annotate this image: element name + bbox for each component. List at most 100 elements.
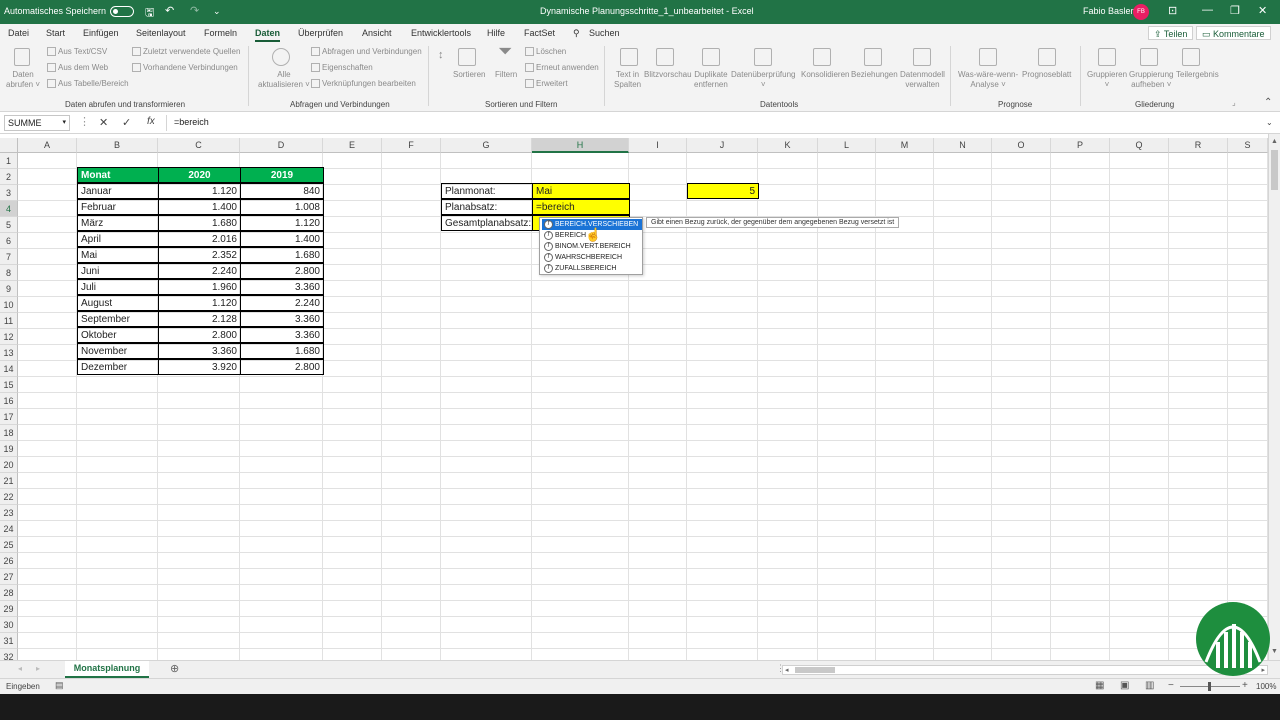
hscroll-thumb[interactable] (795, 667, 835, 673)
tab-entwicklertools[interactable]: Entwicklertools (411, 28, 471, 38)
table-cell-value[interactable]: 2.128 (158, 311, 241, 327)
vertical-scrollbar[interactable]: ▲ ▼ (1268, 134, 1280, 660)
column-header-s[interactable]: S (1228, 138, 1268, 153)
page-break-view-icon[interactable]: ▥ (1145, 680, 1154, 691)
name-box[interactable]: SUMME ▾ (4, 115, 70, 131)
row-header-23[interactable]: 23 (0, 505, 18, 521)
spreadsheet-grid[interactable]: ABCDEFGHIJKLMNOPQRS 1 2 3 4 5 6 7 8 9 10 11 12 13 14 1… (0, 134, 1268, 660)
cancel-icon[interactable]: ✕ (99, 116, 108, 129)
search-icon[interactable]: ⚲ (573, 28, 580, 39)
planmonat-value[interactable]: Mai (532, 183, 630, 199)
enter-icon[interactable]: ✓ (122, 116, 131, 129)
table-cell-month[interactable]: März (77, 215, 159, 231)
autosave-toggle[interactable] (110, 6, 134, 17)
row-header-17[interactable]: 17 (0, 409, 18, 425)
ribbon-display-icon[interactable]: ⊡ (1168, 4, 1177, 17)
column-header-p[interactable]: P (1051, 138, 1110, 153)
gruppieren-button[interactable]: Gruppieren ˅ (1087, 70, 1127, 90)
comments-button[interactable]: ▭ Kommentare (1196, 26, 1271, 40)
j3-value[interactable]: 5 (687, 183, 759, 199)
row-header-3[interactable]: 3 (0, 185, 18, 201)
collapse-ribbon-icon[interactable]: ⌃ (1264, 98, 1272, 108)
table-cell-value[interactable]: 1.960 (158, 279, 241, 295)
row-header-5[interactable]: 5 (0, 217, 18, 233)
scroll-left-icon[interactable]: ◂ (785, 666, 789, 674)
macro-record-icon[interactable]: ▤ (55, 680, 64, 691)
table-cell-value[interactable]: 1.008 (240, 199, 324, 215)
add-sheet-icon[interactable]: ⊕ (170, 662, 179, 675)
table-header-2019[interactable]: 2019 (240, 167, 324, 183)
row-header-30[interactable]: 30 (0, 617, 18, 633)
table-cell-value[interactable]: 3.360 (240, 327, 324, 343)
row-header-24[interactable]: 24 (0, 521, 18, 537)
vorhandene-button[interactable]: Vorhandene Verbindungen (143, 63, 238, 73)
row-header-20[interactable]: 20 (0, 457, 18, 473)
column-header-i[interactable]: I (629, 138, 687, 153)
dialog-launcher-icon[interactable]: ⌟ (1232, 98, 1236, 108)
row-header-32[interactable]: 32 (0, 649, 18, 660)
table-cell-value[interactable]: 1.120 (158, 183, 241, 199)
table-cell-month[interactable]: Oktober (77, 327, 159, 343)
tab-seitenlayout[interactable]: Seitenlayout (136, 28, 186, 38)
column-header-j[interactable]: J (687, 138, 758, 153)
table-cell-value[interactable]: 1.680 (240, 247, 324, 263)
prev-sheet-icon[interactable]: ◂ (18, 664, 22, 673)
next-sheet-icon[interactable]: ▸ (36, 664, 40, 673)
row-header-15[interactable]: 15 (0, 377, 18, 393)
row-header-9[interactable]: 9 (0, 281, 18, 297)
zoom-level[interactable]: 100% (1256, 682, 1276, 691)
redo-icon[interactable]: ↷ (190, 4, 199, 17)
was-waere-wenn-button[interactable]: Was-wäre-wenn- Analyse ˅ (958, 70, 1018, 90)
column-header-m[interactable]: M (876, 138, 934, 153)
table-cell-value[interactable]: 2.240 (240, 295, 324, 311)
daten-abrufen-button[interactable]: Daten abrufen ˅ (6, 70, 40, 90)
erneut-button[interactable]: Erneut anwenden (536, 63, 599, 73)
verknuepfungen-button[interactable]: Verknüpfungen bearbeiten (322, 79, 416, 89)
column-header-q[interactable]: Q (1110, 138, 1169, 153)
column-header-h[interactable]: H (532, 138, 629, 153)
table-header-monat[interactable]: Monat (77, 167, 159, 183)
table-cell-value[interactable]: 2.016 (158, 231, 241, 247)
formula-input[interactable]: =bereich (174, 117, 209, 127)
normal-view-icon[interactable]: ▦ (1095, 680, 1104, 691)
row-header-8[interactable]: 8 (0, 265, 18, 281)
table-cell-value[interactable]: 1.400 (240, 231, 324, 247)
table-header-2020[interactable]: 2020 (158, 167, 241, 183)
blitzvorschau-button[interactable]: Blitzvorschau (644, 70, 692, 80)
datenueberpruefung-button[interactable]: Datenüberprüfung ˅ (731, 70, 796, 90)
customize-toolbar-icon[interactable]: ⌄ (213, 6, 221, 17)
close-icon[interactable]: ✕ (1258, 4, 1267, 17)
row-header-13[interactable]: 13 (0, 345, 18, 361)
zoom-out-icon[interactable]: − (1168, 680, 1174, 691)
row-header-1[interactable]: 1 (0, 153, 18, 169)
row-header-18[interactable]: 18 (0, 425, 18, 441)
row-header-12[interactable]: 12 (0, 329, 18, 345)
aus-text-csv-button[interactable]: Aus Text/CSV (58, 47, 107, 57)
scroll-right-icon[interactable]: ▸ (1261, 666, 1265, 674)
table-cell-value[interactable]: 3.360 (240, 311, 324, 327)
share-button[interactable]: ⇪ Teilen (1148, 26, 1194, 40)
autocomplete-item[interactable]: f ZUFALLSBEREICH (542, 263, 642, 274)
column-header-c[interactable]: C (158, 138, 240, 153)
abfragen-button[interactable]: Abfragen und Verbindungen (322, 47, 422, 57)
table-cell-value[interactable]: 1.680 (240, 343, 324, 359)
table-cell-value[interactable]: 1.120 (158, 295, 241, 311)
search-label[interactable]: Suchen (589, 28, 620, 38)
aus-tabelle-button[interactable]: Aus Tabelle/Bereich (58, 79, 129, 89)
page-layout-view-icon[interactable]: ▣ (1120, 680, 1129, 691)
tab-start[interactable]: Start (46, 28, 65, 38)
table-cell-month[interactable]: Januar (77, 183, 159, 199)
name-box-dropdown-icon[interactable]: ▾ (62, 118, 66, 126)
table-cell-value[interactable]: 3.360 (158, 343, 241, 359)
erweitert-button[interactable]: Erweitert (536, 79, 568, 89)
row-header-6[interactable]: 6 (0, 233, 18, 249)
user-name[interactable]: Fabio Basler (1083, 6, 1134, 16)
table-cell-month[interactable]: September (77, 311, 159, 327)
column-header-n[interactable]: N (934, 138, 992, 153)
table-cell-month[interactable]: Juni (77, 263, 159, 279)
row-header-31[interactable]: 31 (0, 633, 18, 649)
table-cell-month[interactable]: August (77, 295, 159, 311)
table-cell-value[interactable]: 3.920 (158, 359, 241, 375)
column-header-o[interactable]: O (992, 138, 1051, 153)
table-cell-month[interactable]: Juli (77, 279, 159, 295)
